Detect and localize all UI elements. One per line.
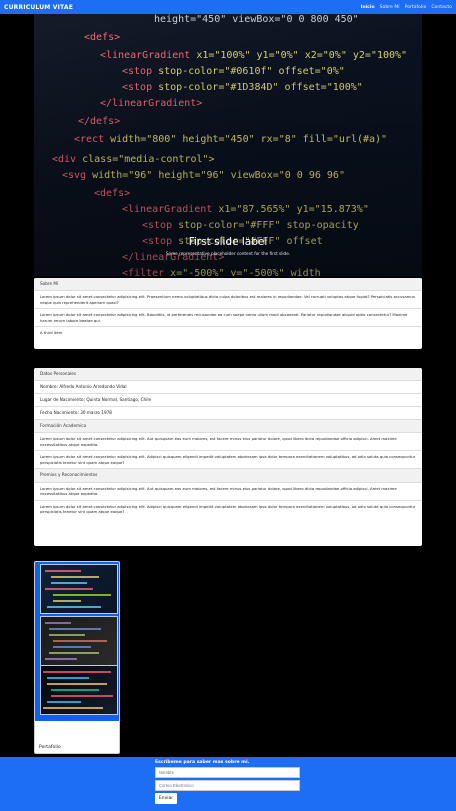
portfolio-thumb-3[interactable]: [40, 665, 118, 715]
about-header: Sobre Mí: [34, 278, 422, 292]
carousel-subtitle: Some representative placeholder content …: [165, 251, 291, 256]
personal-field-name: Nombre: Alfredo Antonio Arredondo Vidal: [34, 381, 422, 395]
award-item: Lorem ipsum dolor sit amet consectetur a…: [34, 483, 422, 501]
name-input[interactable]: [155, 767, 300, 778]
code-thumbnail-image: [43, 671, 113, 709]
personal-field-birthdate: Fecha Nacimiento: 30 marzo 1978: [34, 407, 422, 421]
carousel-caption: First slide label Some representative pl…: [34, 236, 422, 256]
personal-data-card: Datos Personales Nombre: Alfredo Antonio…: [34, 368, 422, 546]
personal-data-header: Datos Personales: [34, 368, 422, 382]
nav-link-contacto[interactable]: Contacto: [431, 5, 452, 10]
hero-carousel[interactable]: height="450" viewBox="0 0 800 450" <defs…: [34, 14, 422, 276]
portfolio-card[interactable]: Portafolio: [34, 561, 120, 754]
about-item: A third item: [40, 330, 63, 336]
education-item: Lorem ipsum dolor sit amet consectetur a…: [34, 433, 422, 452]
nav-links: Inicio Sobre Mí Portafolio Contacto: [361, 5, 452, 10]
carousel-title: First slide label: [188, 236, 268, 248]
award-item: Lorem ipsum dolor sit amet consectetur a…: [40, 503, 416, 515]
awards-header: Premios y Reconocimientos: [34, 469, 422, 483]
about-item: Lorem ipsum dolor sit amet consectetur a…: [34, 309, 422, 328]
personal-field-birthplace: Lugar de Nacimiento: Quinta Normal, Sant…: [34, 394, 422, 408]
portfolio-thumb-1[interactable]: [40, 564, 118, 614]
education-header: Formación Academica: [34, 420, 422, 434]
portfolio-thumb-2[interactable]: [40, 616, 118, 666]
brand-title[interactable]: CURRICULUM VITAE: [4, 4, 73, 11]
portfolio-label: Portafolio: [39, 745, 61, 750]
code-thumbnail-image: [45, 622, 107, 660]
contact-footer: Escribeme para saber mas sobre mi. Envia…: [0, 757, 456, 811]
about-card: Sobre Mí Lorem ipsum dolor sit amet cons…: [34, 278, 422, 349]
email-input[interactable]: [155, 780, 300, 791]
code-thumbnail-image: [45, 570, 111, 608]
nav-link-inicio[interactable]: Inicio: [361, 5, 375, 10]
education-item: Lorem ipsum dolor sit amet consectetur a…: [34, 451, 422, 470]
nav-link-portafolio[interactable]: Portafolio: [405, 5, 427, 10]
about-item: Lorem ipsum dolor sit amet consectetur a…: [34, 291, 422, 310]
navbar: CURRICULUM VITAE Inicio Sobre Mí Portafo…: [0, 0, 456, 14]
submit-button[interactable]: Enviar: [155, 793, 177, 804]
contact-title: Escribeme para saber mas sobre mi.: [155, 760, 250, 765]
nav-link-sobre-mi[interactable]: Sobre Mí: [380, 5, 400, 10]
